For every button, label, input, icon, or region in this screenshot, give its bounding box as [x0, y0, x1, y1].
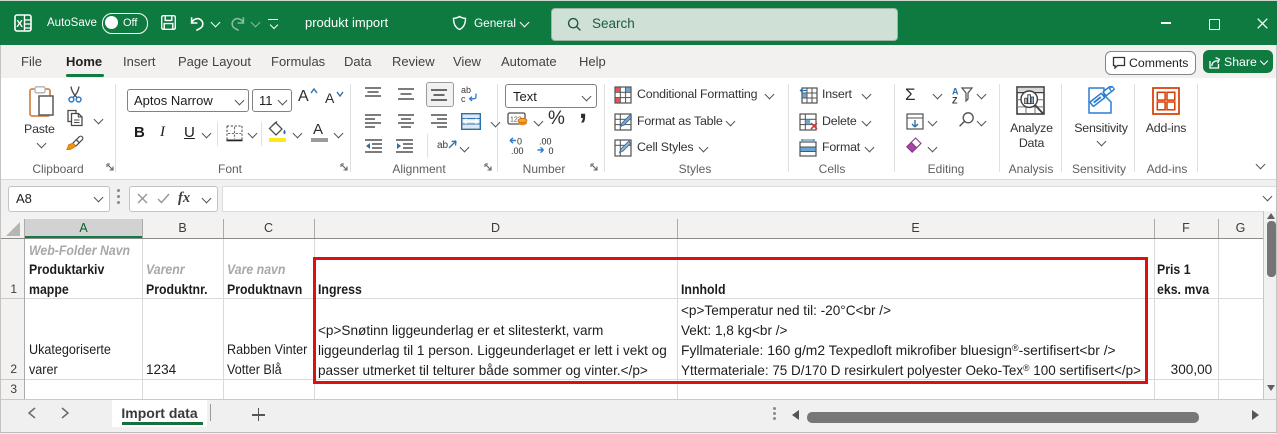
svg-text:Z: Z: [952, 96, 958, 105]
svg-text:.00: .00: [511, 146, 524, 155]
svg-text:X: X: [16, 19, 23, 30]
svg-text:0: 0: [549, 146, 554, 155]
svg-text:c: c: [461, 94, 466, 103]
svg-text:.00: .00: [539, 137, 552, 147]
svg-text:0: 0: [517, 137, 522, 147]
svg-text:ab: ab: [437, 140, 449, 151]
